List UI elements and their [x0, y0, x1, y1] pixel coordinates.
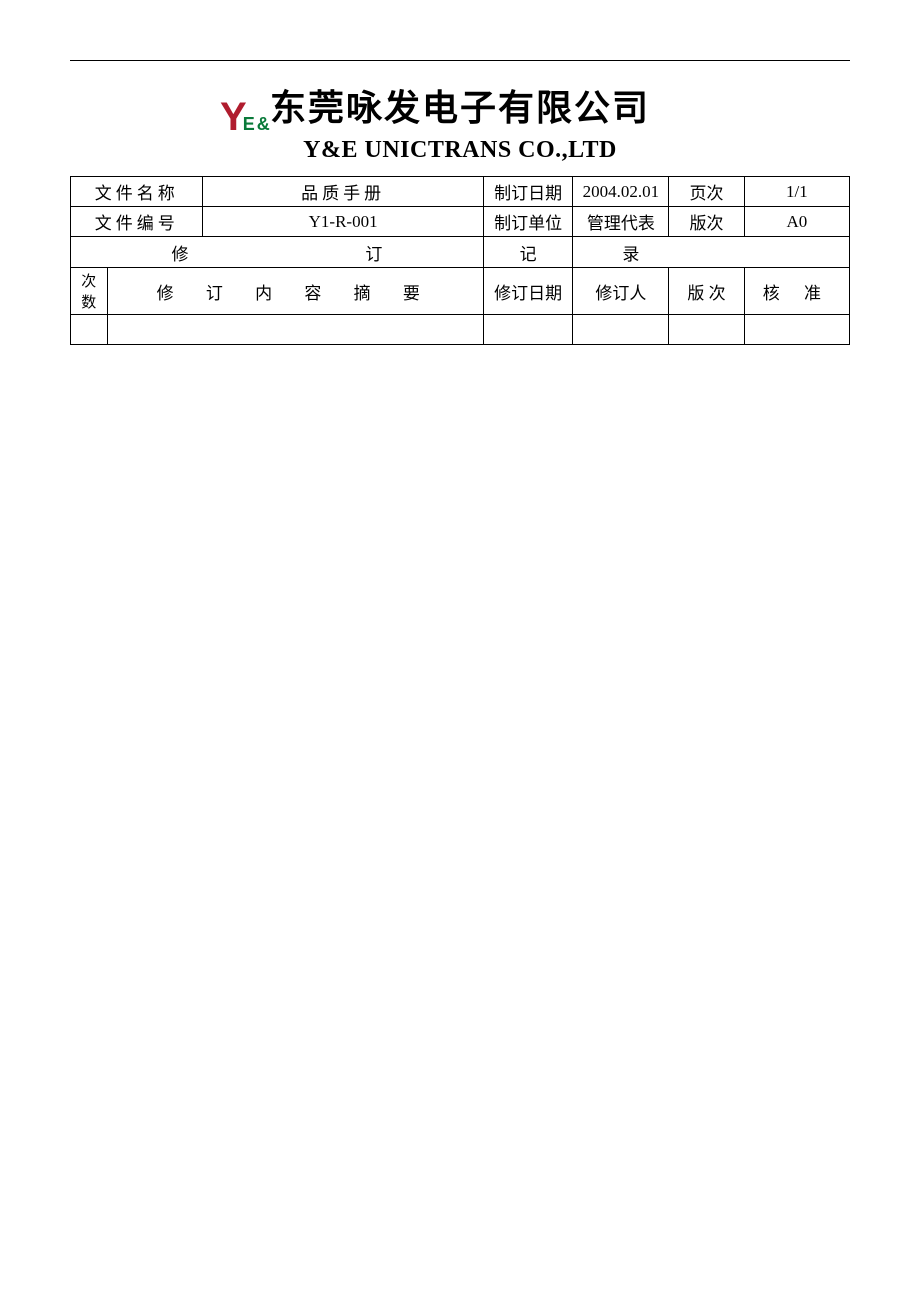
value-issue-unit: 管理代表 — [573, 207, 669, 237]
rev-char-c: 记 — [483, 237, 572, 267]
top-rule — [70, 60, 850, 61]
cell-rev-person — [573, 315, 669, 345]
value-issue-date: 2004.02.01 — [573, 177, 669, 207]
header-approve: 核 准 — [744, 268, 849, 315]
cell-seq — [71, 315, 108, 345]
header-seq: 次数 — [71, 268, 108, 315]
value-page: 1/1 — [744, 177, 849, 207]
company-name-en: Y&E UNICTRANS CO.,LTD — [270, 137, 650, 164]
rev-char-b: 订 — [277, 240, 471, 265]
header-summary: 修 订 内 容 摘 要 — [107, 268, 483, 315]
title-group: 东莞咏发电子有限公司 Y&E UNICTRANS CO.,LTD — [270, 79, 650, 164]
label-issue-unit: 制订单位 — [483, 207, 573, 237]
header-rev-version: 版 次 — [669, 268, 745, 315]
revision-header-row: 次数 修 订 内 容 摘 要 修订日期 修订人 版 次 核 准 — [71, 268, 850, 315]
value-doc-name: 品质手册 — [203, 177, 483, 207]
cell-approve — [744, 315, 849, 345]
rev-char-a: 修 — [83, 240, 277, 265]
meta-row-2: 文件编号 Y1-R-001 制订单位 管理代表 版次 A0 — [71, 207, 850, 237]
label-version: 版次 — [669, 207, 745, 237]
logo-e-icon: E — [243, 114, 255, 135]
meta-row-1: 文件名称 品质手册 制订日期 2004.02.01 页次 1/1 — [71, 177, 850, 207]
label-page: 页次 — [669, 177, 745, 207]
label-issue-date: 制订日期 — [483, 177, 573, 207]
rev-char-d: 录 — [585, 240, 676, 265]
revision-table: 次数 修 订 内 容 摘 要 修订日期 修订人 版 次 核 准 — [70, 268, 850, 345]
cell-rev-date — [483, 315, 573, 345]
revision-title-row: 修订 记 录 — [71, 237, 850, 268]
cell-rev-version — [669, 315, 745, 345]
logo-amp-icon: & — [257, 114, 270, 135]
label-doc-number: 文件编号 — [71, 207, 203, 237]
company-logo: YE& — [220, 97, 270, 137]
cell-summary — [107, 315, 483, 345]
header-block: YE& 东莞咏发电子有限公司 Y&E UNICTRANS CO.,LTD — [70, 79, 850, 164]
header-rev-person: 修订人 — [573, 268, 669, 315]
value-doc-number: Y1-R-001 — [203, 207, 483, 237]
value-version: A0 — [744, 207, 849, 237]
document-table: 文件名称 品质手册 制订日期 2004.02.01 页次 1/1 文件编号 Y1… — [70, 176, 850, 268]
document-page: YE& 东莞咏发电子有限公司 Y&E UNICTRANS CO.,LTD 文件名… — [0, 0, 920, 345]
revision-empty-row — [71, 315, 850, 345]
company-name-cn: 东莞咏发电子有限公司 — [270, 79, 650, 131]
header-rev-date: 修订日期 — [483, 268, 573, 315]
label-doc-name: 文件名称 — [71, 177, 203, 207]
